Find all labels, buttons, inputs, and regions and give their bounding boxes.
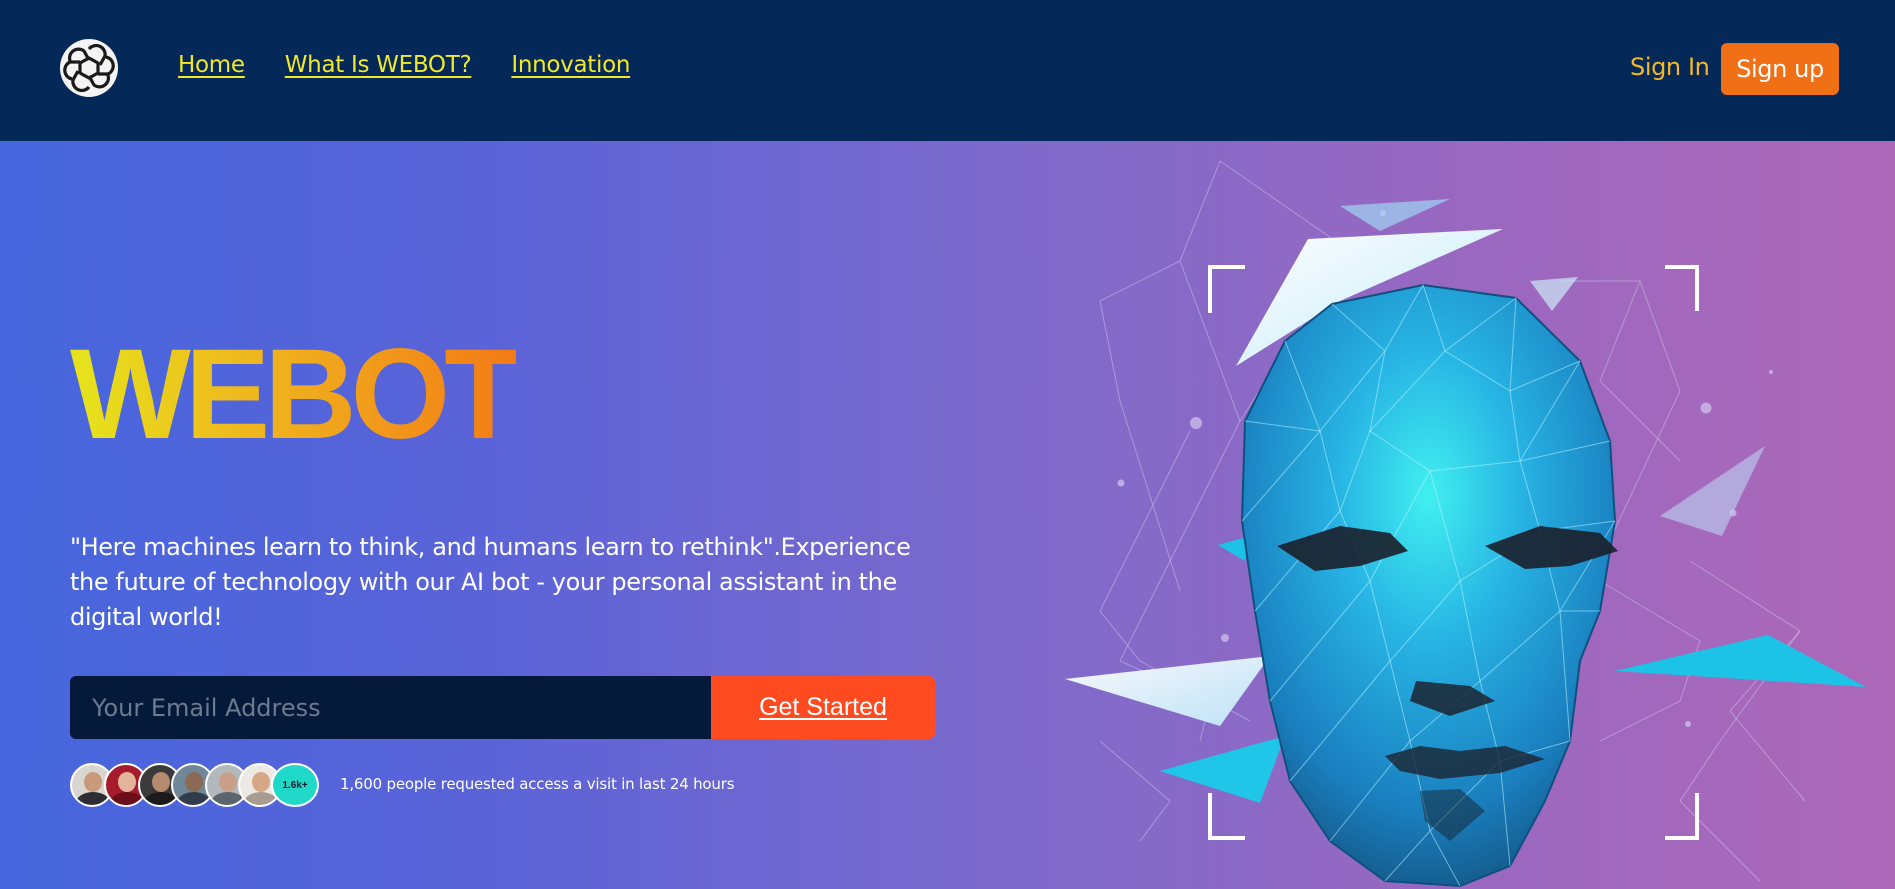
sign-up-button[interactable]: Sign up (1721, 43, 1839, 95)
openai-knot-icon[interactable] (59, 38, 119, 98)
sign-in-link[interactable]: Sign In (1630, 53, 1710, 81)
nav-link-what-is-webot[interactable]: What Is WEBOT? (285, 52, 472, 78)
email-input[interactable] (70, 676, 711, 739)
hero-title: WEBOT (70, 323, 522, 466)
scan-corner-top-right (1665, 265, 1699, 311)
face-head (1240, 283, 1618, 888)
polygon-face-illustration (1065, 160, 1866, 888)
nav-links: Home What Is WEBOT? Innovation (178, 52, 630, 78)
scan-corner-bottom-left (1208, 793, 1245, 840)
social-proof-text: 1,600 people requested access a visit in… (340, 775, 735, 793)
nav-link-innovation[interactable]: Innovation (511, 52, 630, 78)
get-started-button[interactable]: Get Started (711, 676, 935, 739)
avatar-count-badge: 1.6k+ (271, 763, 319, 807)
scan-corner-top-left (1208, 265, 1245, 313)
hero-tagline: "Here machines learn to think, and human… (70, 533, 911, 631)
hero-section: WEBOT "Here machines learn to think, and… (0, 141, 1895, 889)
top-navbar: Home What Is WEBOT? Innovation Sign In S… (0, 0, 1895, 141)
avatar-stack: 1.6k+ (70, 763, 322, 807)
nav-link-home[interactable]: Home (178, 52, 245, 78)
